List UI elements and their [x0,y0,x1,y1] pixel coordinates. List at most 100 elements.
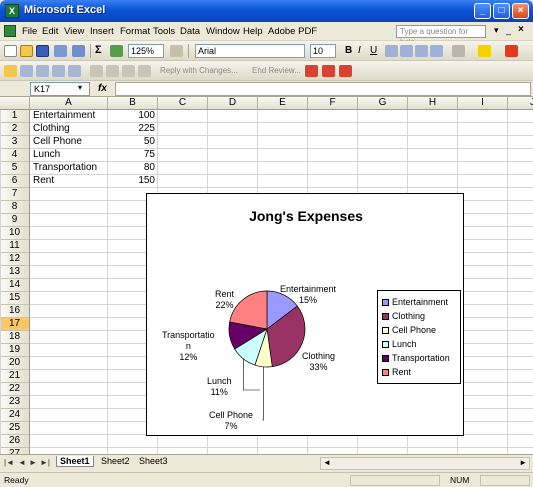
cell-a6[interactable]: Rent [33,175,54,187]
merge-center-icon[interactable] [430,45,443,57]
column-header-d[interactable]: D [208,97,258,110]
row-header-24[interactable]: 24 [0,409,30,422]
tab-sheet3[interactable]: Sheet3 [136,456,171,466]
help-search-input[interactable]: Type a question for help [396,25,486,47]
row-header-10[interactable]: 10 [0,227,30,240]
column-header-j[interactable]: J [508,97,533,110]
close-button[interactable]: × [512,3,529,19]
row-header-21[interactable]: 21 [0,370,30,383]
row-header-11[interactable]: 11 [0,240,30,253]
undo-icon[interactable] [72,45,85,57]
menu-window[interactable]: Window [206,26,240,37]
row-header-22[interactable]: 22 [0,383,30,396]
row-header-8[interactable]: 8 [0,201,30,214]
cell-b5[interactable]: 80 [108,162,155,174]
review-icon-5[interactable] [68,65,81,77]
cell-b3[interactable]: 50 [108,136,155,148]
row-header-4[interactable]: 4 [0,149,30,162]
font-size-select[interactable]: 10 [310,44,336,58]
row-header-5[interactable]: 5 [0,162,30,175]
next-sheet-icon[interactable]: ► [29,458,37,467]
pie-slice-rent[interactable] [229,290,268,330]
row-header-9[interactable]: 9 [0,214,30,227]
minimize-button[interactable]: _ [474,3,491,19]
align-center-icon[interactable] [400,45,413,57]
column-header-h[interactable]: H [408,97,458,110]
scroll-left-icon[interactable]: ◄ [323,458,331,467]
pdf-icon[interactable] [305,65,318,77]
doc-close-icon[interactable]: × [518,24,524,35]
select-all-corner[interactable] [0,97,30,110]
tab-sheet1[interactable]: Sheet1 [56,456,94,467]
cell-a3[interactable]: Cell Phone [33,136,82,148]
row-header-1[interactable]: 1 [0,110,30,123]
prev-sheet-icon[interactable]: ◄ [18,458,26,467]
reply-with-changes-button[interactable]: Reply with Changes... [160,66,238,75]
row-header-19[interactable]: 19 [0,344,30,357]
underline-button[interactable]: U [370,45,377,56]
fill-color-icon[interactable] [478,45,491,57]
align-right-icon[interactable] [415,45,428,57]
review-icon-4[interactable] [52,65,65,77]
row-header-3[interactable]: 3 [0,136,30,149]
maximize-button[interactable]: □ [493,3,510,19]
pie-chart[interactable]: Jong's Expenses Entertainment 15% Clothi… [146,193,464,436]
italic-button[interactable]: I [358,45,361,56]
autosum-icon[interactable]: Σ [95,44,102,56]
align-left-icon[interactable] [385,45,398,57]
row-header-7[interactable]: 7 [0,188,30,201]
row-header-2[interactable]: 2 [0,123,30,136]
row-header-26[interactable]: 26 [0,435,30,448]
column-header-e[interactable]: E [258,97,308,110]
function-icon[interactable]: fx [98,83,107,94]
review-icon-9[interactable] [138,65,151,77]
menu-help[interactable]: Help [243,26,263,37]
menu-data[interactable]: Data [180,26,200,37]
chart-legend[interactable]: Entertainment Clothing Cell Phone Lunch Tran… [377,290,461,384]
cell-b1[interactable]: 100 [108,110,155,122]
help-icon[interactable] [170,45,183,57]
menu-edit[interactable]: Edit [42,26,58,37]
review-icon-8[interactable] [122,65,135,77]
menu-tools[interactable]: Tools [153,26,175,37]
legend-item-cell-phone[interactable]: Cell Phone [382,325,436,335]
pdf-icon-2[interactable] [322,65,335,77]
print-icon[interactable] [54,45,67,57]
menu-file[interactable]: File [22,26,37,37]
menu-format[interactable]: Format [120,26,150,37]
column-header-f[interactable]: F [308,97,358,110]
cell-a1[interactable]: Entertainment [33,110,95,122]
column-header-b[interactable]: B [108,97,158,110]
review-icon-6[interactable] [90,65,103,77]
pdf-icon-3[interactable] [339,65,352,77]
row-header-13[interactable]: 13 [0,266,30,279]
bold-button[interactable]: B [345,45,352,56]
row-header-18[interactable]: 18 [0,331,30,344]
legend-item-rent[interactable]: Rent [382,367,411,377]
new-icon[interactable] [4,45,17,57]
cell-a4[interactable]: Lunch [33,149,60,161]
legend-item-transportation[interactable]: Transportation [382,353,450,363]
row-header-12[interactable]: 12 [0,253,30,266]
row-header-20[interactable]: 20 [0,357,30,370]
menu-insert[interactable]: Insert [90,26,114,37]
legend-item-lunch[interactable]: Lunch [382,339,417,349]
font-name-select[interactable]: Arial [195,44,305,58]
column-header-g[interactable]: G [358,97,408,110]
row-header-25[interactable]: 25 [0,422,30,435]
row-header-17[interactable]: 17 [0,318,30,331]
review-icon-3[interactable] [36,65,49,77]
legend-item-entertainment[interactable]: Entertainment [382,297,448,307]
open-icon[interactable] [20,45,33,57]
row-header-16[interactable]: 16 [0,305,30,318]
last-sheet-icon[interactable]: ►| [40,458,50,467]
formula-input[interactable] [115,82,531,96]
row-header-23[interactable]: 23 [0,396,30,409]
legend-item-clothing[interactable]: Clothing [382,311,425,321]
review-icon-2[interactable] [20,65,33,77]
scroll-right-icon[interactable]: ► [519,458,527,467]
review-icon[interactable] [4,65,17,77]
menu-view[interactable]: View [64,26,84,37]
zoom-select[interactable]: 125% [128,44,164,58]
doc-minimize-icon[interactable]: _ [506,25,511,35]
